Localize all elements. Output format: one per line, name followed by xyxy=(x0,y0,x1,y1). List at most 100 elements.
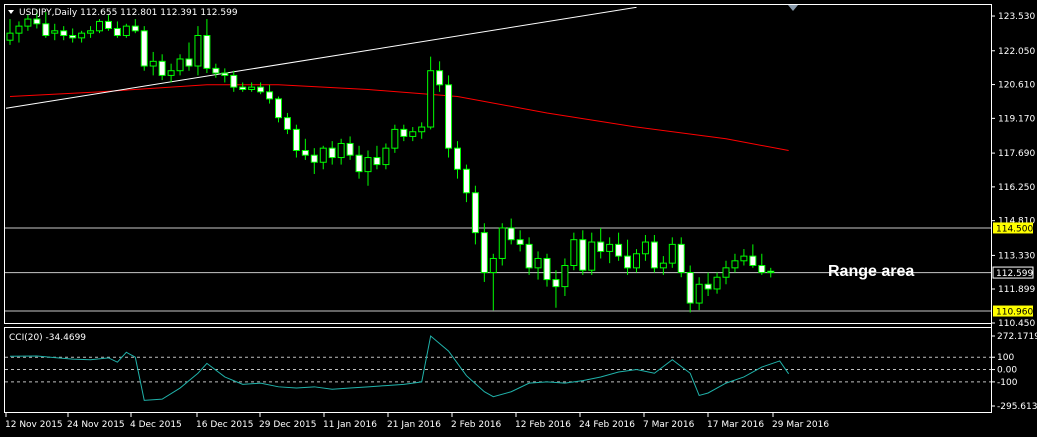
candle[interactable] xyxy=(436,61,444,92)
chart-shift-marker-icon[interactable] xyxy=(788,5,798,11)
candle[interactable] xyxy=(391,124,399,153)
candle[interactable] xyxy=(96,19,103,34)
candle[interactable] xyxy=(257,82,265,95)
candle[interactable] xyxy=(758,253,766,275)
candle[interactable] xyxy=(570,232,578,271)
candle[interactable] xyxy=(60,26,68,41)
candle[interactable] xyxy=(6,19,14,45)
candle-body xyxy=(588,241,596,271)
candle[interactable] xyxy=(301,138,309,160)
candle[interactable] xyxy=(624,239,632,275)
candle[interactable] xyxy=(158,54,166,81)
candle[interactable] xyxy=(319,145,327,170)
cci-axis: 272.1719 100 0.00 -100 -295.6136 xyxy=(991,332,1037,412)
candle[interactable] xyxy=(328,141,336,165)
candle[interactable] xyxy=(722,260,730,285)
candle[interactable] xyxy=(462,164,470,203)
candle[interactable] xyxy=(731,253,739,273)
candle[interactable] xyxy=(69,28,77,43)
candles-layer[interactable] xyxy=(6,9,775,313)
candle[interactable] xyxy=(507,218,515,245)
candle[interactable] xyxy=(131,19,139,34)
candle-body xyxy=(310,154,318,163)
candle[interactable] xyxy=(167,63,175,83)
candle[interactable] xyxy=(364,150,372,186)
chart-window[interactable]: 123.530 122.050 120.610 119.170 117.690 116.2… xyxy=(0,0,1037,437)
candle[interactable] xyxy=(471,185,479,245)
candle-body xyxy=(373,157,381,166)
candle[interactable] xyxy=(194,26,202,76)
candle[interactable] xyxy=(480,223,488,282)
candle-body xyxy=(740,255,748,262)
candle[interactable] xyxy=(704,272,712,297)
candle[interactable] xyxy=(373,145,381,170)
candle[interactable] xyxy=(203,19,211,74)
candle[interactable] xyxy=(239,82,247,92)
candle[interactable] xyxy=(489,253,497,311)
chart-canvas[interactable]: 123.530 122.050 120.610 119.170 117.690 116.2… xyxy=(0,0,1037,437)
candle[interactable] xyxy=(686,265,694,313)
candle[interactable] xyxy=(337,138,345,165)
candle[interactable] xyxy=(275,96,282,123)
candle[interactable] xyxy=(606,237,614,264)
candle[interactable] xyxy=(78,30,86,43)
candle[interactable] xyxy=(310,148,318,174)
candle[interactable] xyxy=(597,227,605,259)
candle[interactable] xyxy=(382,143,390,170)
price-tick-label: 111.899 xyxy=(998,285,1035,295)
candle[interactable] xyxy=(355,145,363,179)
candle[interactable] xyxy=(534,251,542,280)
candle[interactable] xyxy=(427,56,435,130)
candle[interactable] xyxy=(248,82,256,92)
price-tick-label: 116.250 xyxy=(998,183,1035,193)
price-tick-label: 110.450 xyxy=(998,319,1035,329)
candle[interactable] xyxy=(767,267,775,278)
candle[interactable] xyxy=(668,237,676,268)
candle[interactable] xyxy=(283,112,291,135)
candle[interactable] xyxy=(615,232,623,261)
candle[interactable] xyxy=(212,63,220,78)
candle[interactable] xyxy=(445,75,453,158)
candle[interactable] xyxy=(346,136,354,160)
candle[interactable] xyxy=(516,230,524,252)
candle[interactable] xyxy=(409,127,417,142)
candle-body xyxy=(131,25,139,32)
candle-body xyxy=(552,279,560,288)
candle[interactable] xyxy=(230,70,238,92)
price-tick-label: 123.530 xyxy=(998,12,1035,22)
candle[interactable] xyxy=(588,232,596,275)
candle[interactable] xyxy=(633,249,640,273)
candle[interactable] xyxy=(149,51,157,76)
candle[interactable] xyxy=(122,23,130,38)
candle[interactable] xyxy=(400,124,408,142)
candle[interactable] xyxy=(15,21,23,43)
candle[interactable] xyxy=(525,237,533,275)
candle[interactable] xyxy=(140,26,148,71)
candle[interactable] xyxy=(543,253,551,287)
candle[interactable] xyxy=(51,23,59,41)
candle[interactable] xyxy=(221,68,229,83)
candle[interactable] xyxy=(677,237,685,278)
candle[interactable] xyxy=(176,54,184,76)
symbol-dropdown-icon[interactable] xyxy=(8,10,14,14)
candle[interactable] xyxy=(579,230,587,275)
candle[interactable] xyxy=(113,21,121,38)
candle[interactable] xyxy=(185,42,193,71)
candle[interactable] xyxy=(749,244,757,268)
candle[interactable] xyxy=(418,122,426,139)
candle[interactable] xyxy=(498,223,506,266)
candle[interactable] xyxy=(552,270,560,308)
candle-body xyxy=(51,30,59,34)
candle[interactable] xyxy=(740,249,748,266)
candle[interactable] xyxy=(266,84,274,104)
candle[interactable] xyxy=(650,234,658,273)
cci-tick-label: 100 xyxy=(997,353,1014,363)
candle[interactable] xyxy=(695,277,703,311)
candle[interactable] xyxy=(641,234,649,261)
candle[interactable] xyxy=(713,272,721,294)
candle[interactable] xyxy=(454,141,461,179)
candle[interactable] xyxy=(292,124,300,158)
candle[interactable] xyxy=(561,258,569,297)
range-area-annotation[interactable]: Range area xyxy=(828,263,914,280)
candle[interactable] xyxy=(87,26,95,38)
